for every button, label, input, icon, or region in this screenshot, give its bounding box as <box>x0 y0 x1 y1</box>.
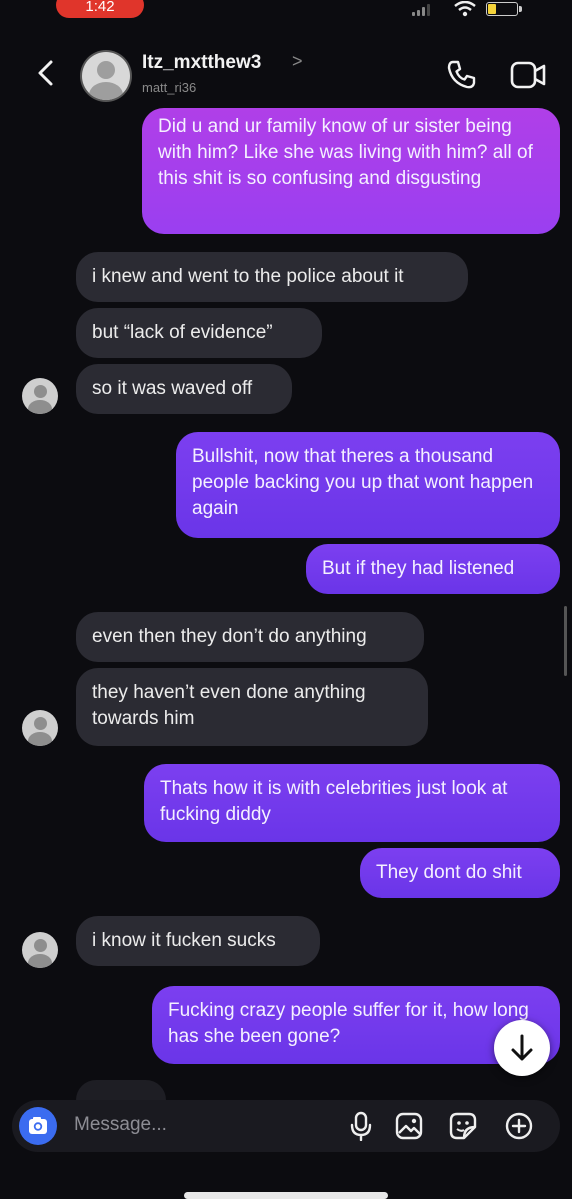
chat-header: Itz_mxtthew3 > matt_ri36 <box>0 38 572 110</box>
contact-avatar-small[interactable] <box>22 932 58 968</box>
contact-avatar[interactable] <box>82 52 130 100</box>
message-bubble-outgoing[interactable]: Bullshit, now that theres a thousand peo… <box>176 432 560 538</box>
contact-avatar-small[interactable] <box>22 378 58 414</box>
wifi-icon <box>454 1 476 17</box>
scroll-to-bottom-button[interactable] <box>494 1020 550 1076</box>
camera-button[interactable] <box>19 1107 57 1145</box>
plus-icon[interactable] <box>504 1111 534 1141</box>
message-composer: Message... <box>12 1100 560 1152</box>
microphone-icon[interactable] <box>348 1111 374 1141</box>
message-bubble-partial <box>76 1080 166 1102</box>
gallery-icon[interactable] <box>394 1111 424 1141</box>
video-icon[interactable] <box>510 60 548 90</box>
message-bubble-incoming[interactable]: i know it fucken sucks <box>76 916 320 966</box>
signal-icon <box>412 4 438 16</box>
contact-handle: matt_ri36 <box>142 80 197 95</box>
message-bubble-incoming[interactable]: i knew and went to the police about it <box>76 252 468 302</box>
home-indicator[interactable] <box>184 1192 388 1199</box>
message-input[interactable]: Message... <box>74 1114 167 1136</box>
status-bar: 1:42 <box>0 0 572 22</box>
message-bubble-incoming[interactable]: even then they don’t do anything <box>76 612 424 662</box>
contact-username[interactable]: Itz_mxtthew3 <box>142 52 261 74</box>
arrow-down-icon <box>511 1034 533 1061</box>
message-bubble-incoming[interactable]: they haven’t even done anything towards … <box>76 668 428 746</box>
message-bubble-outgoing[interactable]: Did u and ur family know of ur sister be… <box>142 108 560 234</box>
message-bubble-incoming[interactable]: but “lack of evidence” <box>76 308 322 358</box>
message-bubble-outgoing[interactable]: Thats how it is with celebrities just lo… <box>144 764 560 842</box>
chat-screen: 1:42 Itz_mxtthew3 > matt_ri36 Did u and … <box>0 0 572 1199</box>
sticker-icon[interactable] <box>448 1111 478 1141</box>
scrollbar[interactable] <box>564 606 567 676</box>
message-bubble-outgoing[interactable]: They dont do shit <box>360 848 560 898</box>
battery-icon <box>486 2 522 16</box>
message-bubble-outgoing[interactable]: But if they had listened <box>306 544 560 594</box>
status-time: 1:42 <box>56 0 144 18</box>
back-icon[interactable] <box>34 58 58 88</box>
phone-icon[interactable] <box>444 58 478 92</box>
chevron-right-icon[interactable]: > <box>292 51 303 72</box>
contact-avatar-small[interactable] <box>22 710 58 746</box>
message-bubble-incoming[interactable]: so it was waved off <box>76 364 292 414</box>
camera-icon <box>29 1117 47 1134</box>
